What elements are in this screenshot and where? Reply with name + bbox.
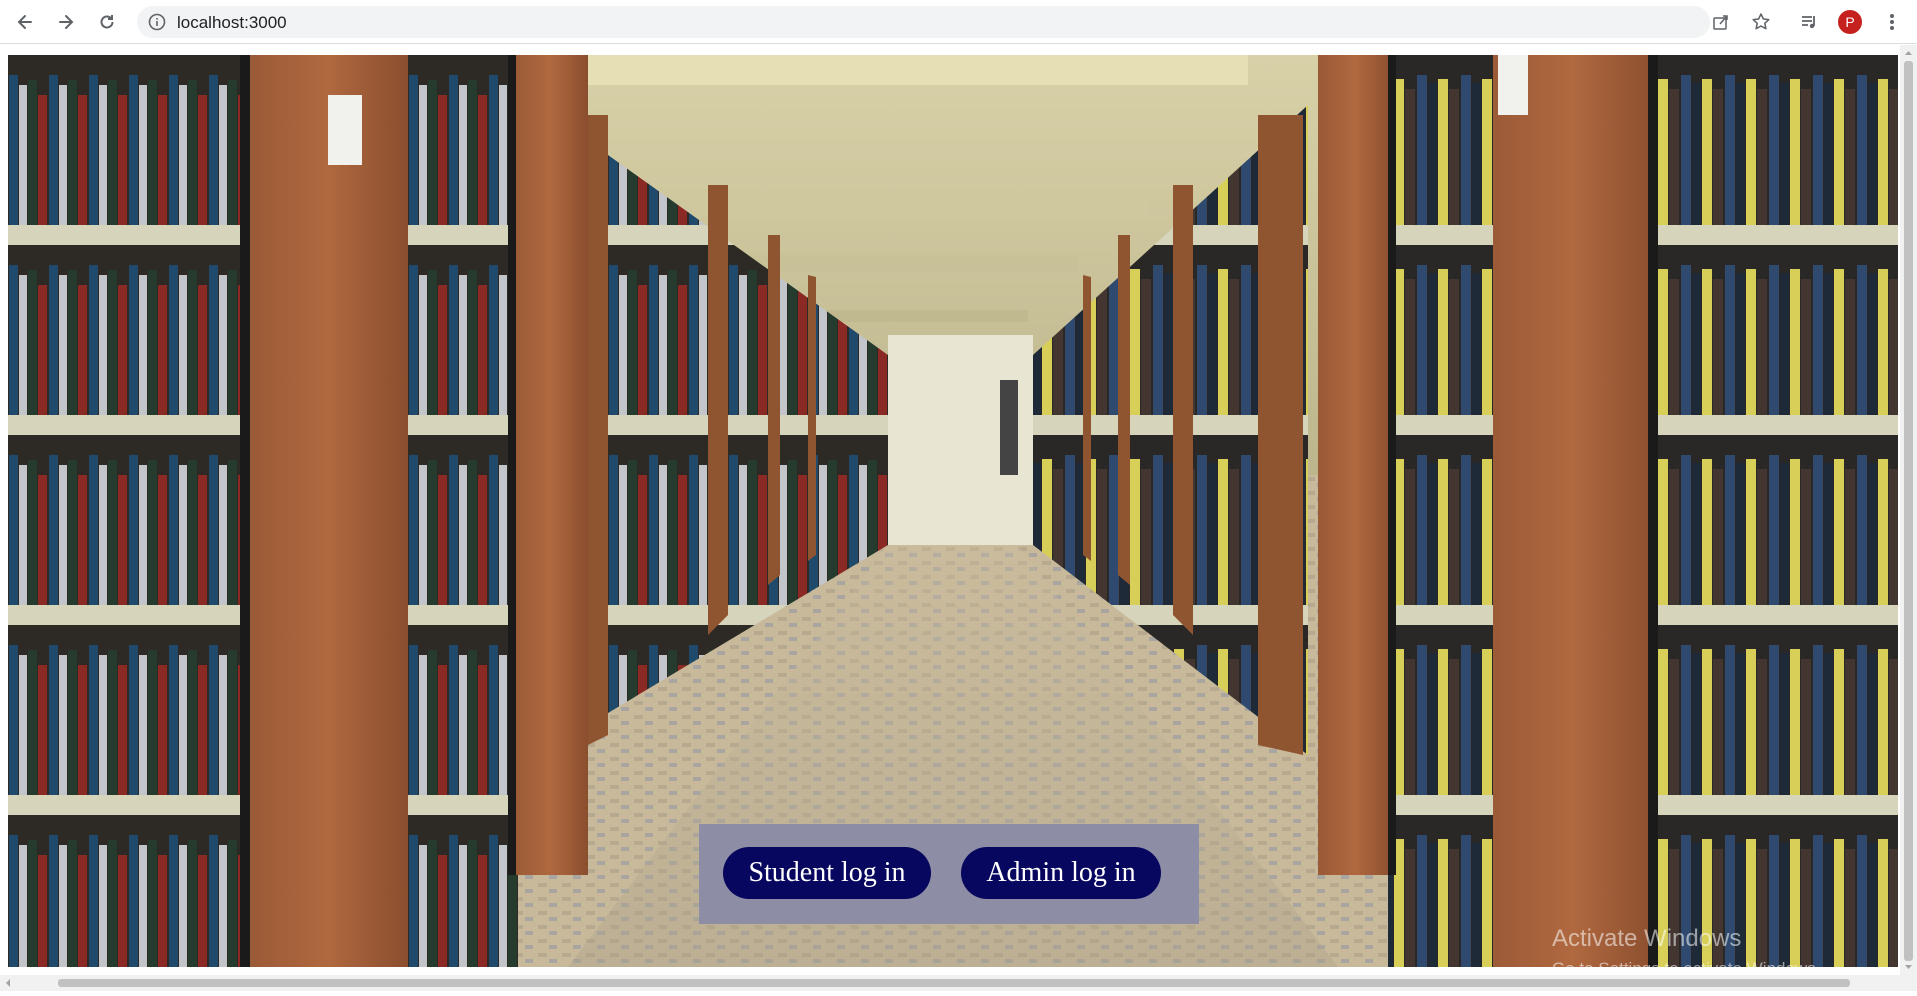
student-login-button[interactable]: Student log in: [723, 847, 931, 899]
url-text[interactable]: localhost:3000: [177, 13, 287, 33]
reload-icon[interactable]: [93, 8, 121, 36]
back-arrow-icon[interactable]: [11, 8, 39, 36]
activate-windows-subtitle: Go to Settings to activate Windows.: [1552, 959, 1821, 975]
login-panel: Student log in Admin log in: [699, 824, 1199, 924]
forward-arrow-icon[interactable]: [52, 8, 80, 36]
address-bar[interactable]: localhost:3000: [137, 6, 1770, 38]
activate-windows-title: Activate Windows: [1552, 925, 1742, 952]
horizontal-scrollbar[interactable]: [0, 975, 1917, 991]
vertical-scrollbar[interactable]: [1900, 45, 1917, 975]
admin-login-button[interactable]: Admin log in: [961, 847, 1161, 899]
page-viewport: Student log in Admin log in Activate Win…: [0, 45, 1917, 975]
kebab-menu-icon[interactable]: [1878, 8, 1906, 36]
browser-toolbar: localhost:3000 P: [0, 0, 1917, 44]
profile-avatar[interactable]: P: [1838, 10, 1862, 34]
share-icon[interactable]: [1710, 11, 1732, 33]
reading-list-icon[interactable]: [1795, 8, 1823, 36]
info-icon[interactable]: [148, 13, 166, 36]
star-icon[interactable]: [1750, 11, 1772, 33]
